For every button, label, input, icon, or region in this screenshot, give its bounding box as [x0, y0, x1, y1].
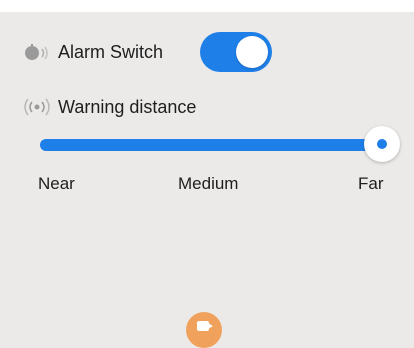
distance-option-far: Far: [358, 174, 384, 193]
signal-broadcast-icon: [22, 97, 58, 117]
toggle-knob: [236, 36, 268, 68]
slider-thumb-dot: [377, 139, 387, 149]
slider-thumb[interactable]: [364, 126, 400, 162]
distance-option-medium: Medium: [178, 174, 239, 193]
alarm-switch-label: Alarm Switch: [58, 41, 164, 62]
distance-option-near: Near: [38, 174, 75, 193]
alarm-switch-row: Alarm Switch: [22, 32, 163, 72]
alarm-speaker-icon: [22, 42, 58, 62]
alarm-toggle[interactable]: [200, 32, 272, 72]
slider-track[interactable]: [40, 139, 380, 151]
video-camera-lens: [208, 323, 213, 329]
warning-distance-row: Warning distance: [22, 94, 196, 120]
camera-button[interactable]: [186, 312, 222, 348]
top-strip: [0, 0, 414, 12]
warning-distance-label: Warning distance: [58, 96, 197, 117]
warning-distance-slider[interactable]: [40, 126, 400, 164]
